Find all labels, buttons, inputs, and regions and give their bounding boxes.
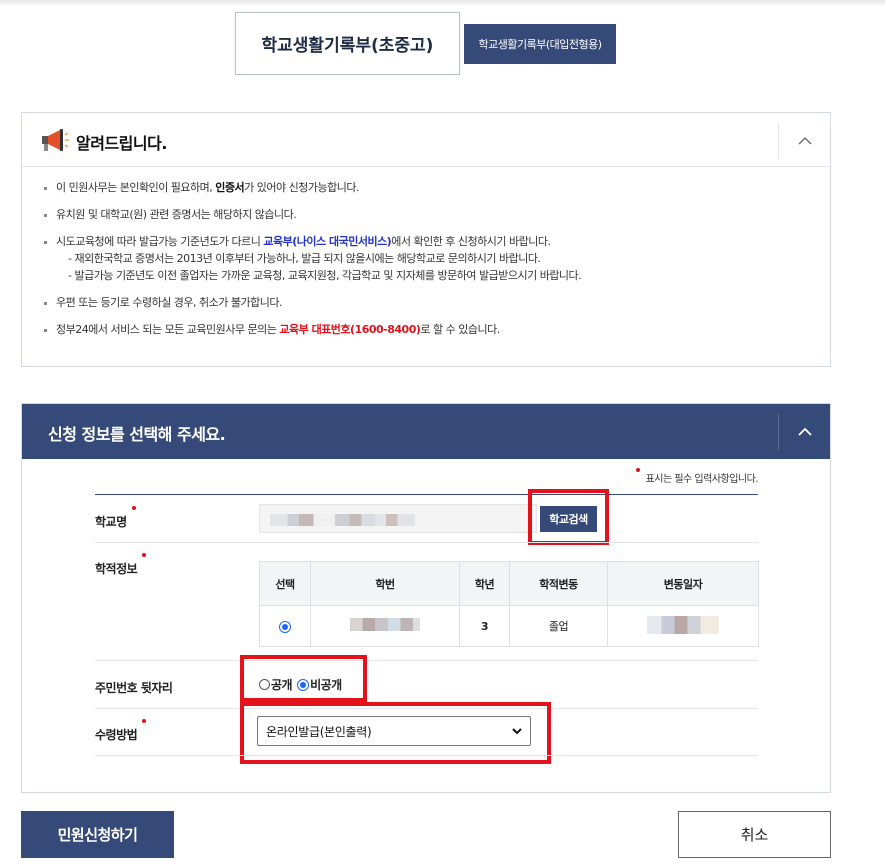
notice-phone-emphasis: 교육부 대표번호(1600-8400)	[279, 323, 421, 336]
status-cell: 졸업	[509, 605, 608, 647]
top-shadow-bar	[0, 0, 885, 7]
submit-application-button[interactable]: 민원신청하기	[21, 811, 174, 858]
notice-header: 알려드립니다.	[22, 113, 830, 167]
row-divider	[95, 660, 758, 661]
notice-text: 가 있어야 신청가능합니다.	[244, 181, 359, 194]
notice-body: 이 민원사무는 본인확인이 필요하며, 인증서가 있어야 신청가능합니다. 유치…	[22, 167, 830, 337]
redacted-change-date	[647, 615, 719, 634]
record-select-radio[interactable]	[279, 620, 291, 633]
notice-collapse-button[interactable]	[778, 123, 830, 159]
table-header-row: 선택 학번 학년 학적변동 변동일자	[259, 561, 759, 606]
record-label: 학적정보	[95, 553, 147, 577]
required-dot-icon	[142, 719, 147, 723]
radio-private[interactable]	[297, 678, 310, 691]
select-cell	[259, 605, 311, 647]
notice-text: 로 할 수 있습니다.	[420, 323, 500, 336]
chevron-up-icon	[798, 137, 811, 145]
change-date-cell	[607, 605, 759, 647]
notice-item: 정부24에서 서비스 되는 모든 교육민원사무 문의는 교육부 대표번호(160…	[44, 323, 830, 337]
tab-school-record-k12[interactable]: 학교생활기록부(초중고)	[235, 12, 460, 75]
notice-item: 시도교육청에 따라 발급가능 기준년도가 다르니 교육부(나이스 대국민서비스)…	[44, 235, 830, 283]
option-public-label: 공개	[271, 678, 293, 692]
row-divider	[95, 542, 758, 543]
cancel-button[interactable]: 취소	[678, 811, 831, 858]
required-note: 표시는 필수 입력사항입니다.	[635, 468, 759, 485]
neis-link[interactable]: 교육부(나이스 대국민서비스)	[263, 235, 391, 248]
school-search-button[interactable]: 학교검색	[540, 506, 597, 532]
grade-cell: 3	[459, 605, 510, 647]
required-dot-icon	[635, 468, 640, 472]
form-header: 신청 정보를 선택해 주세요.	[22, 404, 830, 459]
receive-method-label-text: 수령방법	[95, 728, 138, 742]
tab-school-record-admission[interactable]: 학교생활기록부(대입전형용)	[464, 24, 616, 64]
table-row: 3 졸업	[259, 605, 759, 647]
notice-text: 이 민원사무는 본인확인이 필요하며,	[56, 181, 216, 194]
option-private-label: 비공개	[310, 678, 342, 692]
notice-item: 유치원 및 대학교(원) 관련 증명서는 해당하지 않습니다.	[44, 208, 830, 222]
option-public[interactable]: 공개	[259, 676, 293, 693]
student-number-cell	[310, 605, 460, 647]
notice-subtext: - 발급가능 기준년도 이전 졸업자는 가까운 교육청, 교육지원청, 각급학교…	[68, 269, 582, 282]
megaphone-icon	[42, 129, 69, 151]
application-form-panel: 신청 정보를 선택해 주세요. 표시는 필수 입력사항입니다. 학교명 학교검색…	[21, 403, 831, 793]
notice-text: 정부24에서 서비스 되는 모든 교육민원사무 문의는	[56, 323, 280, 336]
option-private[interactable]: 비공개	[297, 676, 342, 693]
receive-method-value: 온라인발급(본인출력)	[266, 724, 372, 739]
redacted-school-name	[270, 514, 415, 526]
notice-text: 유치원 및 대학교(원) 관련 증명서는 해당하지 않습니다.	[56, 208, 297, 221]
notice-emphasis: 인증서	[215, 181, 245, 194]
form-collapse-button[interactable]	[778, 414, 830, 450]
receive-method-select[interactable]: 온라인발급(본인출력)	[257, 716, 531, 746]
notice-text: 시도교육청에 따라 발급가능 기준년도가 다르니	[56, 235, 264, 248]
row-divider	[95, 755, 758, 756]
school-name-input[interactable]	[259, 504, 537, 533]
required-dot-icon	[142, 553, 147, 557]
required-note-text: 표시는 필수 입력사항입니다.	[645, 474, 759, 485]
record-label-text: 학적정보	[95, 562, 138, 576]
notice-item: 이 민원사무는 본인확인이 필요하며, 인증서가 있어야 신청가능합니다.	[44, 181, 830, 195]
required-dot-icon	[131, 506, 136, 510]
receive-method-label: 수령방법	[95, 719, 147, 743]
redacted-student-number	[350, 618, 420, 631]
school-label-text: 학교명	[95, 515, 127, 529]
header-status-change: 학적변동	[509, 561, 608, 606]
header-grade: 학년	[459, 561, 510, 606]
resident-number-options: 공개 비공개	[259, 676, 347, 693]
resident-number-label: 주민번호 뒷자리	[95, 681, 173, 695]
form-title: 신청 정보를 선택해 주세요.	[48, 425, 226, 444]
record-table: 선택 학번 학년 학적변동 변동일자 3 졸업	[259, 561, 759, 647]
header-select: 선택	[259, 561, 311, 606]
chevron-up-icon	[797, 427, 812, 436]
notice-subtext: - 재외한국학교 증명서는 2013년 이후부터 가능하나, 발급 되지 않을시…	[68, 252, 541, 265]
notice-title: 알려드립니다.	[76, 134, 167, 153]
notice-panel: 알려드립니다. 이 민원사무는 본인확인이 필요하며, 인증서가 있어야 신청가…	[21, 112, 831, 367]
school-label: 학교명	[95, 506, 136, 530]
chevron-down-icon	[512, 728, 522, 735]
notice-text: 에서 확인한 후 신청하시기 바랍니다.	[391, 235, 551, 248]
header-student-number: 학번	[310, 561, 460, 606]
notice-item: 우편 또는 등기로 수령하실 경우, 취소가 불가합니다.	[44, 296, 830, 310]
form-top-divider	[95, 494, 758, 495]
header-change-date: 변동일자	[607, 561, 759, 606]
radio-public[interactable]	[259, 679, 270, 690]
notice-text: 우편 또는 등기로 수령하실 경우, 취소가 불가합니다.	[56, 296, 283, 309]
